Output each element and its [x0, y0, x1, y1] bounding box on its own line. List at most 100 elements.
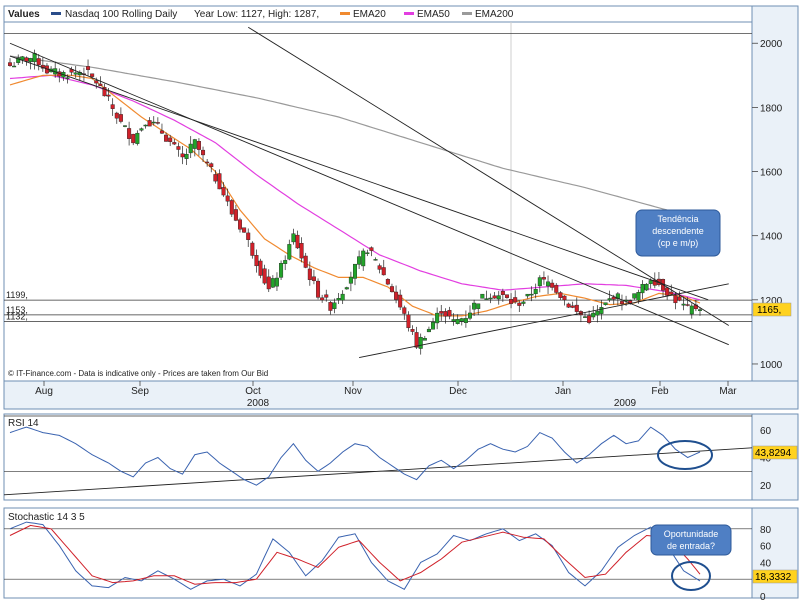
- candle-body: [316, 280, 321, 298]
- candle-body: [599, 307, 604, 314]
- candle-body: [242, 227, 247, 233]
- candle-body: [439, 311, 444, 314]
- price-tick-label: 1600: [760, 168, 783, 179]
- legend-ema20: EMA20: [353, 9, 386, 20]
- candle-body: [118, 114, 123, 122]
- candle-body: [147, 120, 152, 127]
- current-price-tag-text: 1165,: [757, 305, 781, 316]
- candle-body: [328, 302, 333, 311]
- callout-line: de entrada?: [667, 541, 715, 551]
- candle-body: [205, 161, 210, 164]
- level-label: 1132,: [6, 312, 28, 322]
- candle-body: [7, 62, 12, 66]
- year-label: 2009: [614, 398, 637, 409]
- price-tick-label: 1800: [760, 103, 783, 114]
- candle-body: [381, 267, 386, 276]
- candle-body: [90, 73, 95, 77]
- candle-body: [550, 282, 555, 288]
- candle-body: [681, 303, 686, 306]
- candle-body: [468, 312, 473, 319]
- candle-body: [365, 252, 370, 254]
- price-tick-label: 1000: [760, 360, 783, 371]
- candle-body: [698, 309, 703, 311]
- candle-body: [279, 263, 284, 278]
- candle-body: [566, 303, 571, 308]
- legend-series-swatch: [51, 12, 61, 15]
- legend-ema50: EMA50: [417, 9, 450, 20]
- candle-body: [94, 80, 99, 84]
- candle-body: [320, 297, 325, 301]
- candle-body: [521, 301, 526, 304]
- candle-body: [513, 297, 518, 303]
- legend-ema200-swatch: [462, 12, 472, 15]
- level-label: 1199,: [6, 290, 28, 300]
- stoch-tick-label: 0: [760, 592, 766, 601]
- candle-body: [324, 294, 329, 298]
- candle-body: [389, 286, 394, 293]
- month-label: Dec: [449, 386, 467, 397]
- candle-body: [180, 153, 185, 158]
- candle-body: [591, 312, 596, 318]
- candle-body: [410, 329, 415, 332]
- rsi-value-tag-text: 43,8294: [755, 448, 792, 459]
- candle-body: [258, 260, 263, 276]
- candle-body: [106, 94, 111, 97]
- chart-root: Values Nasdaq 100 Rolling Daily Year Low…: [0, 0, 800, 603]
- candle-body: [472, 302, 477, 310]
- candle-body: [164, 134, 169, 142]
- candle-body: [353, 263, 358, 279]
- candle-body: [509, 299, 514, 304]
- candle-body: [254, 255, 259, 267]
- rsi-tick-label: 60: [760, 426, 772, 437]
- candle-body: [431, 322, 436, 330]
- candle-body: [426, 328, 431, 333]
- candle-body: [122, 125, 127, 127]
- candle-body: [184, 153, 189, 159]
- candle-body: [607, 298, 612, 301]
- candle-body: [336, 298, 341, 301]
- candle-body: [266, 276, 271, 290]
- year-label: 2008: [247, 398, 270, 409]
- candle-body: [414, 332, 419, 348]
- callout-line: Tendência: [657, 214, 698, 224]
- candle-body: [677, 296, 682, 301]
- candle-body: [237, 219, 242, 230]
- stoch-title: Stochastic 14 3 5: [8, 512, 85, 523]
- stoch-value-tag-text: 18,3332: [755, 572, 792, 583]
- candle-body: [291, 233, 296, 243]
- candle-body: [595, 310, 600, 316]
- month-label: Oct: [245, 386, 261, 397]
- rsi-title: RSI 14: [8, 418, 39, 429]
- candle-body: [562, 295, 567, 301]
- candle-body: [340, 293, 345, 301]
- candle-body: [274, 277, 279, 287]
- legend-ema200: EMA200: [475, 9, 514, 20]
- candle-body: [533, 289, 538, 295]
- candle-body: [373, 259, 378, 261]
- candle-body: [369, 247, 374, 251]
- candle-body: [636, 292, 641, 301]
- candle-body: [587, 315, 592, 323]
- candle-body: [603, 302, 608, 306]
- candle-body: [168, 137, 173, 142]
- candle-body: [188, 143, 193, 154]
- stoch-panel: [3, 507, 753, 599]
- candle-body: [357, 256, 362, 265]
- month-label: Sep: [131, 386, 149, 397]
- candle-body: [583, 316, 588, 318]
- candle-body: [295, 234, 300, 249]
- candle-body: [447, 309, 452, 317]
- candle-body: [402, 307, 407, 314]
- candle-body: [135, 132, 140, 144]
- month-label: Nov: [344, 386, 362, 397]
- legend-ema50-swatch: [404, 12, 414, 15]
- stoch-axis-panel: [751, 507, 799, 599]
- candle-body: [673, 295, 678, 304]
- candle-body: [459, 318, 464, 322]
- candle-body: [262, 268, 267, 284]
- candle-body: [492, 295, 497, 299]
- candle-body: [525, 293, 530, 297]
- candle-body: [24, 57, 29, 62]
- candle-body: [332, 302, 337, 309]
- candle-body: [155, 122, 160, 124]
